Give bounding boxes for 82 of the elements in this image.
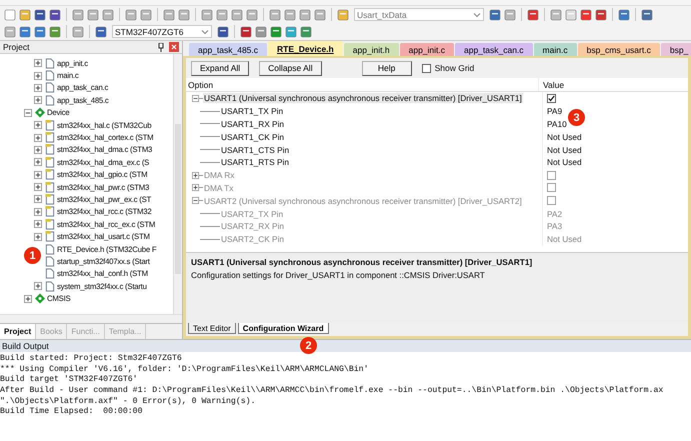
editor-mode-tab[interactable]: Configuration Wizard [238, 323, 329, 334]
editor-tab[interactable]: app_task_can.c [455, 43, 533, 56]
panel-title: Build Output [2, 341, 49, 351]
option-label[interactable]: USART1_RX Pin [220, 118, 286, 129]
find-combo[interactable]: Usart_txData [354, 8, 484, 21]
expand-toggle[interactable] [34, 96, 42, 104]
expand-toggle[interactable] [24, 294, 32, 303]
file-icon [45, 82, 55, 94]
expand-toggle[interactable] [192, 94, 199, 102]
file-icon [45, 256, 55, 267]
output-line: Build target 'STM32F407ZGT6' [0, 375, 139, 386]
toolbar-button[interactable]: Collapse All [259, 60, 322, 76]
expand-toggle[interactable] [34, 170, 42, 179]
editor-tab[interactable]: bsp_ [660, 43, 691, 56]
file-icon [45, 280, 55, 292]
expand-toggle[interactable] [34, 208, 42, 216]
panel-title: Project [3, 42, 30, 52]
editor-mode-tab[interactable]: Text Editor [188, 323, 236, 334]
target-combo[interactable]: STM32F407ZGT6 [112, 25, 212, 38]
expand-toggle[interactable] [34, 146, 42, 154]
option-label[interactable]: USART1_RTS Pin [220, 157, 290, 168]
file-icon [45, 58, 55, 69]
expand-toggle[interactable] [34, 121, 42, 130]
close-icon[interactable] [169, 42, 179, 52]
editor-tab[interactable]: RTE_Device.h [268, 41, 343, 56]
option-label[interactable]: USART1_CTS Pin [220, 144, 290, 155]
key-file-icon [45, 206, 55, 218]
editor-tab[interactable]: app_init.h [344, 43, 399, 56]
expand-toggle[interactable] [34, 84, 42, 92]
scrollbar[interactable] [0, 314, 182, 323]
expand-toggle[interactable] [34, 232, 42, 241]
output-line: After Build - User command #1: D:\ProgramFiles\Keil\\ARM\ARMCC\bin\fromelf.exe --bin --output=..\Bin\Platform.bin .\Objects\Platform.ax [0, 386, 664, 397]
toolbar-button[interactable]: Help [362, 60, 412, 76]
pin-icon[interactable] [157, 42, 165, 52]
output-line: ".\Objects\Platform.axf" - 0 Error(s), 0 Warning(s). [0, 396, 256, 407]
panel-tab[interactable]: Project [0, 324, 36, 339]
file-icon [45, 70, 55, 82]
option-checkbox[interactable] [547, 94, 556, 103]
key-file-icon [45, 156, 55, 168]
checkbox[interactable] [422, 64, 431, 72]
output-line: *** Using Compiler 'V6.16', folder: 'D:\ProgramFiles\Keil\ARM\ARMCLANG\Bin' [0, 364, 370, 375]
column-header: Value [542, 78, 566, 91]
file-icon [45, 244, 55, 255]
file-icon [45, 268, 55, 280]
toolbar-button[interactable]: Expand All [191, 60, 250, 76]
file-icon [45, 94, 55, 106]
expand-toggle[interactable] [34, 282, 42, 290]
expand-toggle[interactable] [34, 183, 42, 192]
option-label[interactable]: USART1_TX Pin [220, 106, 284, 116]
expand-toggle[interactable] [34, 158, 42, 166]
option-label[interactable]: USART1_CK Pin [220, 132, 286, 142]
output-line: Build Time Elapsed: 00:00:00 [0, 407, 144, 418]
expand-toggle[interactable] [34, 72, 42, 80]
output-line: Build started: Project: Stm32F407ZGT6 [0, 354, 183, 365]
option-value[interactable]: Not Used [547, 157, 582, 168]
key-file-icon [45, 144, 55, 156]
key-file-icon [45, 120, 55, 131]
key-file-icon [45, 169, 55, 180]
editor-tab[interactable]: app_task_485.c [189, 43, 268, 56]
expand-toggle[interactable] [34, 134, 42, 142]
option-value[interactable]: PA10 [547, 118, 567, 129]
description-title: USART1 (Universal synchronous asynchronous receiver transmitter) [Driver_USART1] [191, 257, 534, 267]
key-file-icon [45, 182, 55, 193]
editor-tab[interactable]: app_init.c [400, 43, 454, 56]
checkbox-label[interactable]: Show Grid [434, 63, 474, 73]
description-text: Configuration settings for Driver_USART1 in component ::CMSIS Driver:USART [191, 270, 486, 280]
editor-tab[interactable]: main.c [534, 43, 577, 56]
key-file-icon [45, 132, 55, 144]
key-file-icon [45, 194, 55, 205]
expand-toggle[interactable] [34, 59, 42, 68]
expand-toggle[interactable] [34, 220, 42, 228]
option-label[interactable]: USART1 (Universal synchronous asynchronous receiver transmitter) [Driver_USART1] [203, 93, 523, 104]
option-value[interactable]: Not Used [547, 144, 582, 155]
option-value[interactable]: PA9 [547, 106, 562, 116]
key-file-icon [45, 218, 55, 230]
expand-toggle[interactable] [34, 195, 42, 204]
key-file-icon [45, 231, 55, 242]
column-header: Option [186, 78, 539, 91]
expand-toggle[interactable] [24, 108, 32, 117]
scrollbar[interactable] [173, 54, 182, 314]
option-value[interactable]: Not Used [547, 132, 582, 142]
editor-tab[interactable]: bsp_cms_usart.c [578, 43, 660, 56]
